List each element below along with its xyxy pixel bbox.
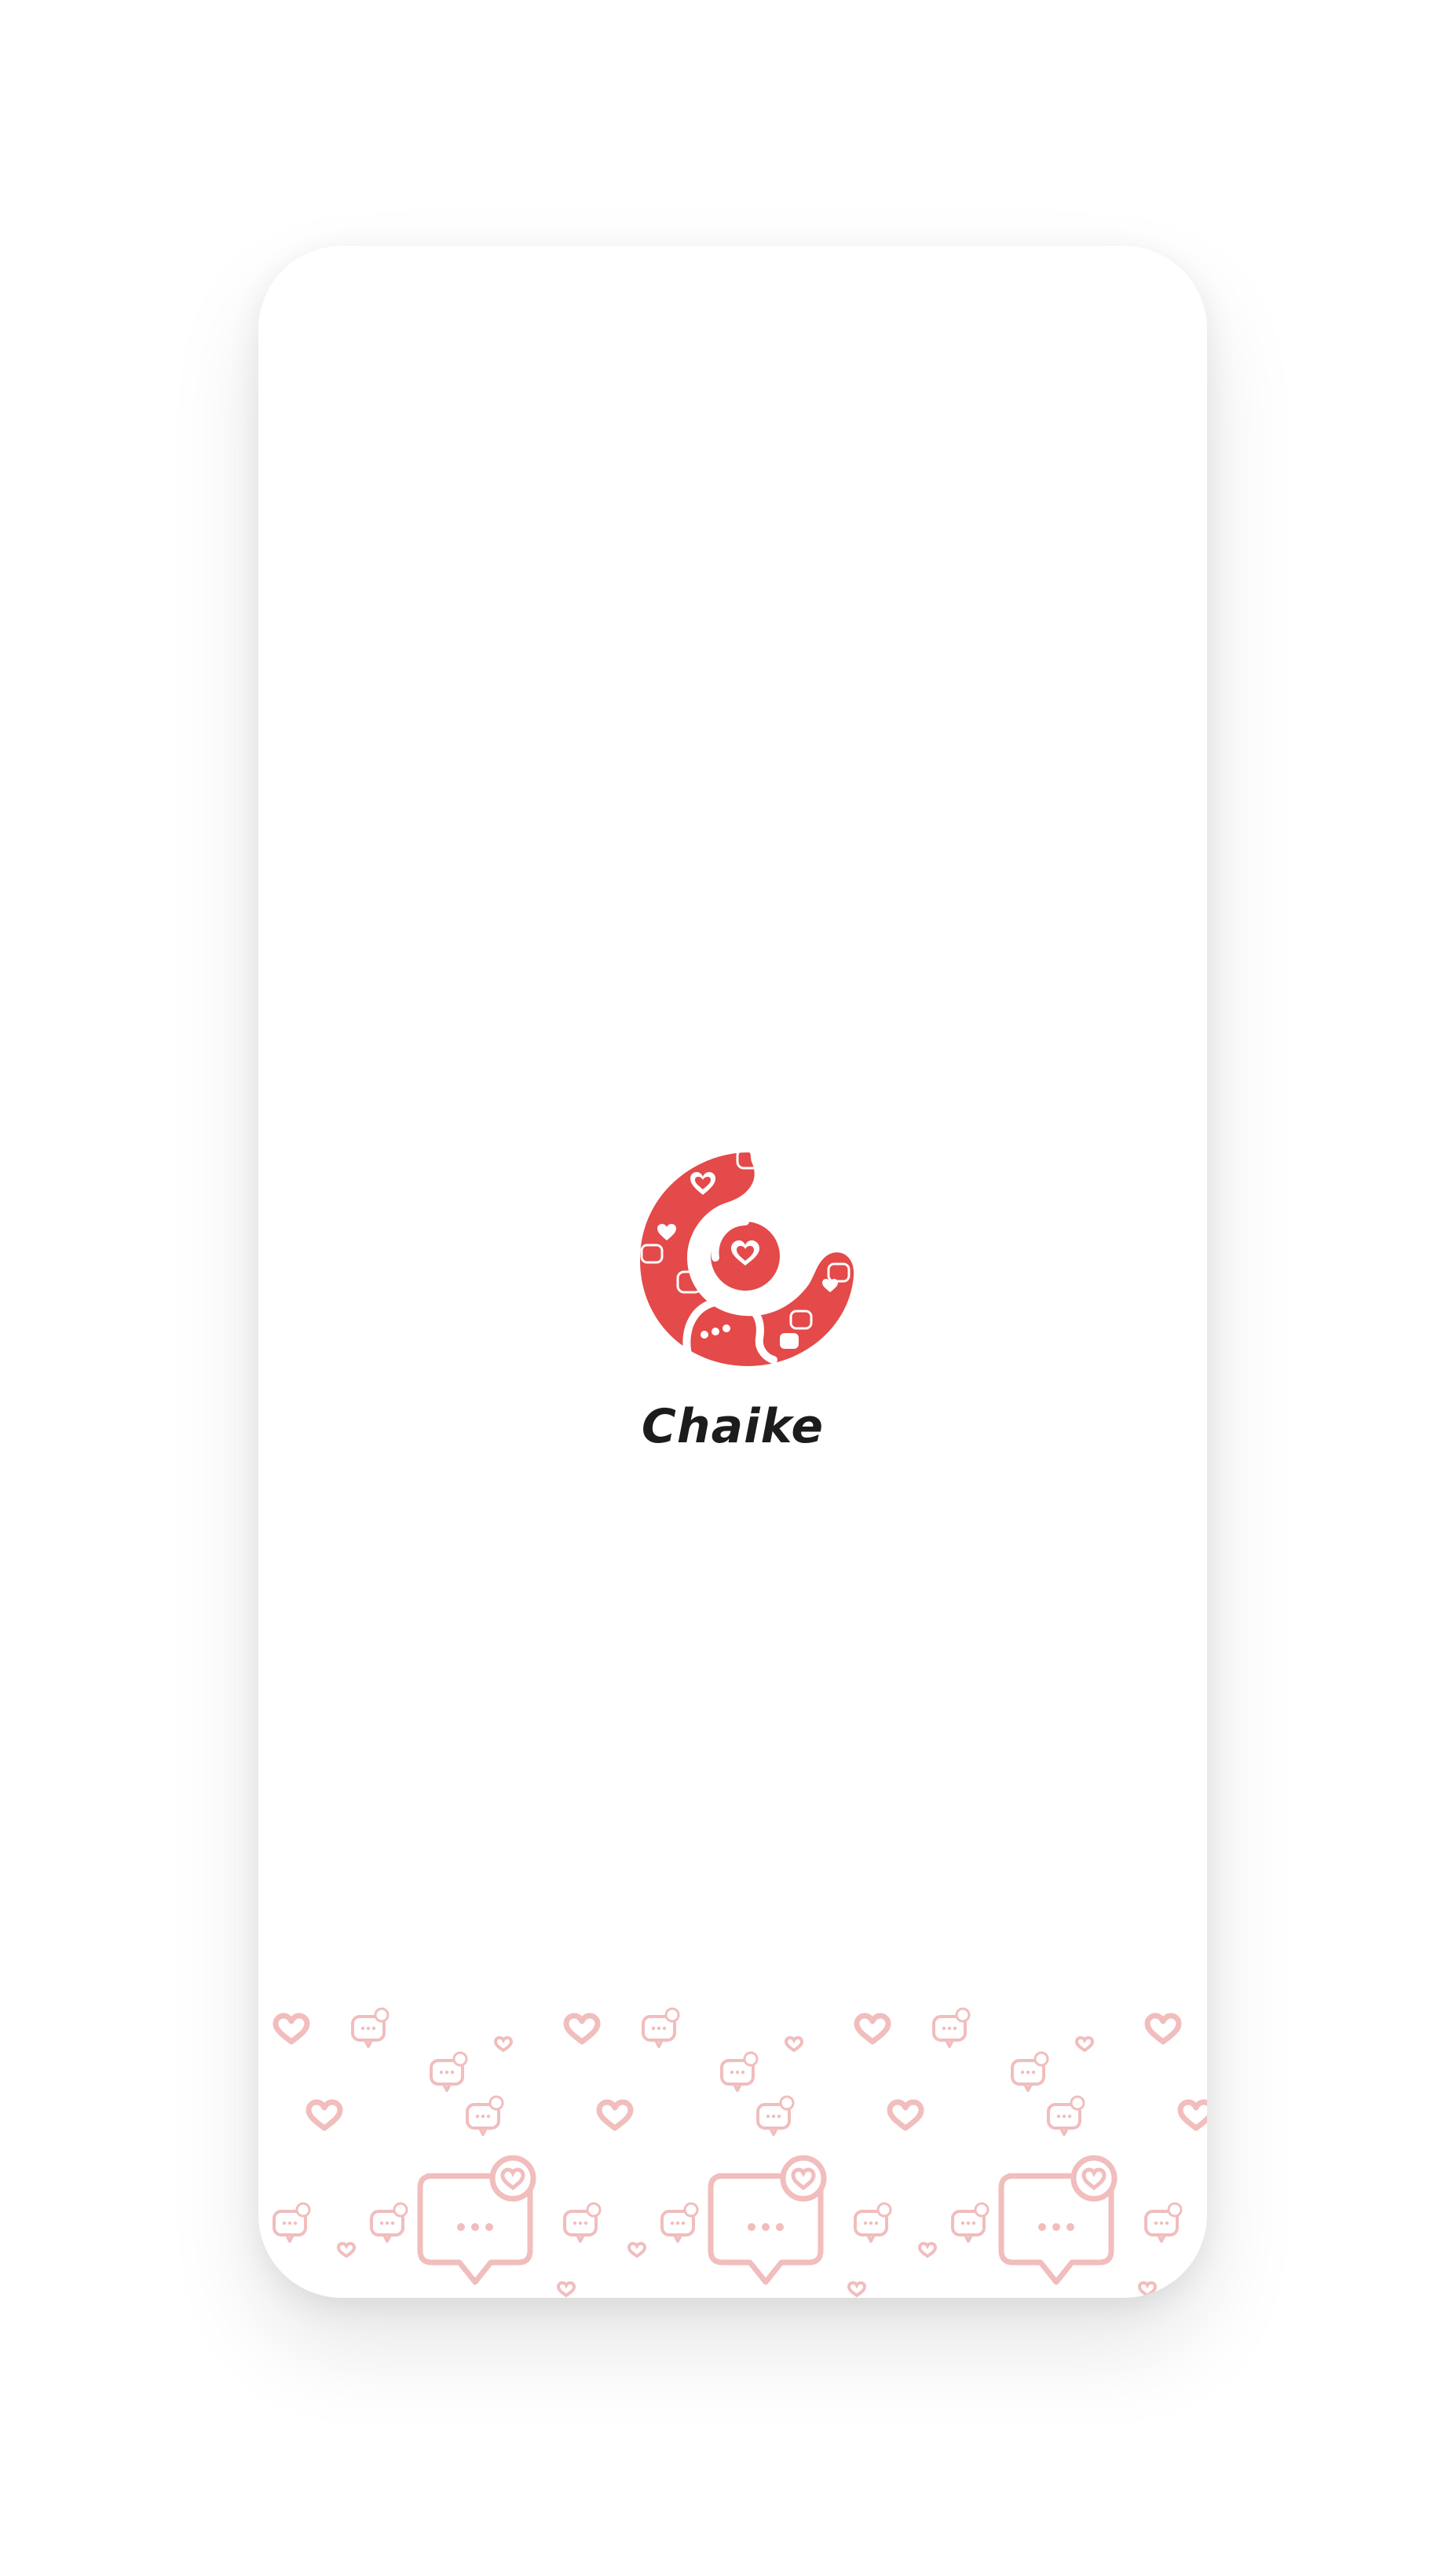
chat-bubble-heart-icon (273, 2007, 1183, 2243)
chaike-logo (634, 1146, 858, 1368)
splash-screen: Chaike (258, 246, 1207, 2298)
chat-bubble-large-icon (420, 2158, 1114, 2282)
app-name: Chaike (641, 1399, 825, 1454)
decorative-pattern (258, 1974, 1207, 2298)
